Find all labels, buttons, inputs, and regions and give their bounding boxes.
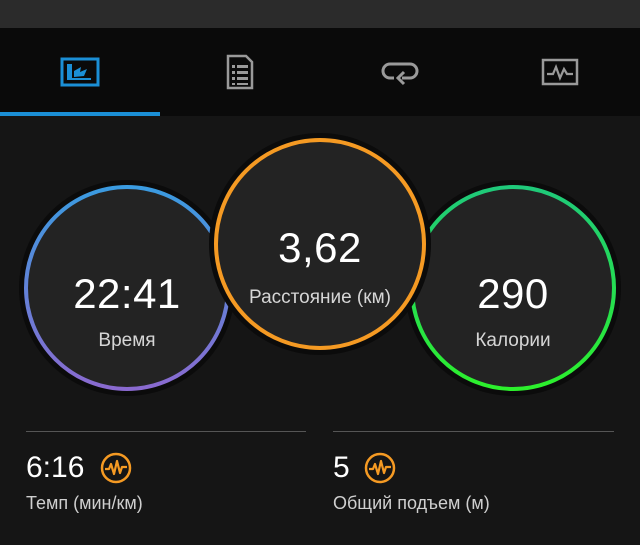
performance-wave-icon — [364, 452, 396, 484]
tab-details[interactable] — [160, 28, 320, 116]
distance-metric-circle[interactable]: 3,62 Расстояние (км) — [208, 132, 432, 356]
calories-value: 290 — [477, 270, 549, 317]
tab-bar — [0, 28, 640, 116]
performance-wave-icon — [100, 452, 132, 484]
time-label: Время — [98, 330, 156, 351]
dashboard-icon — [60, 57, 100, 87]
time-metric-circle[interactable]: 22:41 Время — [17, 178, 237, 398]
active-tab-indicator — [0, 112, 160, 116]
calories-label: Калории — [475, 330, 551, 351]
status-bar — [0, 0, 640, 28]
ascent-label: Общий подъем (м) — [333, 493, 490, 513]
tab-laps[interactable] — [320, 28, 480, 116]
ascent-value: 5 — [333, 451, 350, 484]
calories-metric-circle[interactable]: 290 Калории — [403, 178, 623, 398]
laps-loop-icon — [381, 62, 419, 86]
tab-overview[interactable] — [0, 28, 160, 116]
time-value: 22:41 — [73, 270, 181, 317]
pace-value: 6:16 — [26, 451, 85, 484]
activity-summary-screen: 22:41 Время 290 Калории 3,62 Расстояние … — [0, 0, 640, 545]
distance-value: 3,62 — [278, 224, 362, 271]
distance-label: Расстояние (км) — [249, 287, 391, 308]
tab-charts[interactable] — [480, 28, 640, 116]
chart-graph-icon — [541, 58, 579, 86]
pace-label: Темп (мин/км) — [26, 493, 143, 513]
pace-divider — [26, 431, 306, 432]
details-list-icon — [226, 54, 254, 90]
ascent-divider — [333, 431, 614, 432]
